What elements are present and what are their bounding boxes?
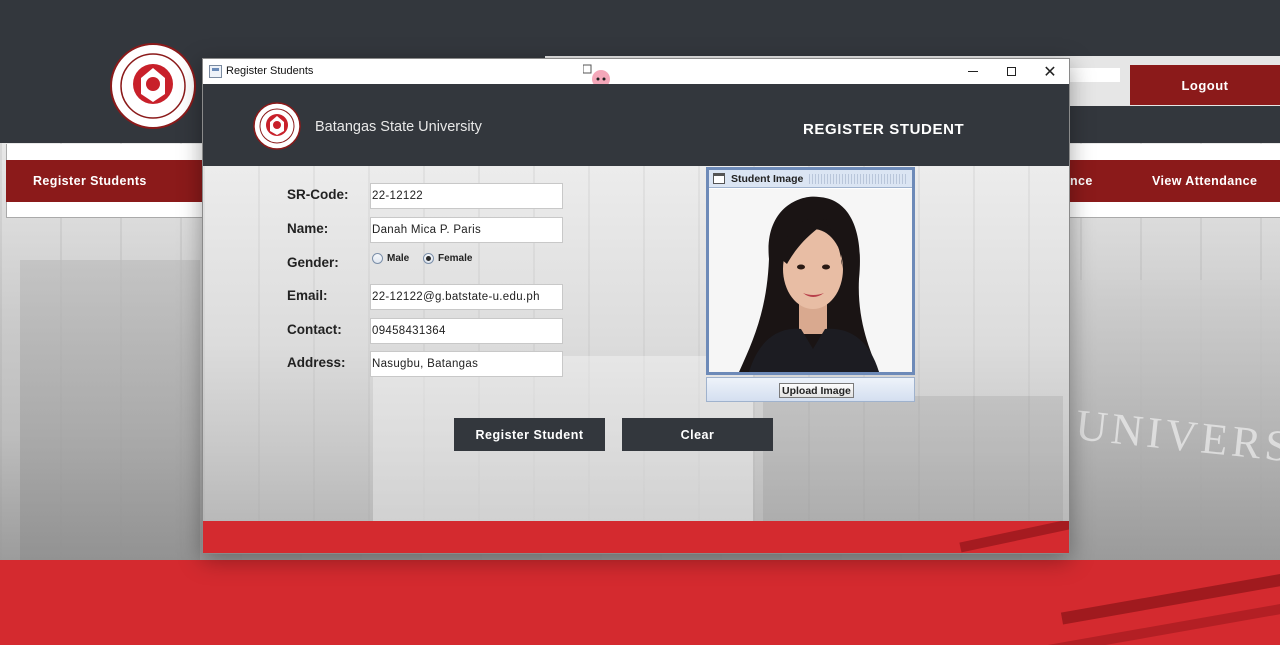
university-seal-icon bbox=[110, 43, 196, 129]
nav-bar-right: nce View Attendance bbox=[1070, 160, 1280, 202]
radio-male-label: Male bbox=[387, 253, 410, 264]
maximize-button[interactable] bbox=[991, 59, 1031, 84]
contact-field[interactable]: 09458431364 bbox=[370, 318, 563, 344]
maximize-icon bbox=[1006, 67, 1016, 76]
sr-code-field[interactable]: 22-12122 bbox=[370, 183, 563, 209]
student-image-title: Student Image bbox=[731, 172, 804, 185]
page-title: REGISTER STUDENT bbox=[803, 121, 965, 138]
gender-radio-female[interactable]: Female bbox=[423, 253, 472, 264]
dialog-header: Batangas State University REGISTER STUDE… bbox=[203, 84, 1069, 166]
window-titlebar[interactable]: Register Students ✕ bbox=[203, 59, 1069, 84]
background-building-left bbox=[20, 260, 200, 560]
clear-button[interactable]: Clear bbox=[622, 418, 773, 451]
student-image-frame: Student Image bbox=[706, 167, 915, 375]
email-field[interactable]: 22-12122@g.batstate-u.edu.ph bbox=[370, 284, 563, 310]
radio-female-button[interactable] bbox=[423, 253, 434, 264]
close-button[interactable]: ✕ bbox=[1030, 59, 1069, 84]
window-title: Register Students bbox=[226, 65, 314, 77]
body-background-trees bbox=[763, 396, 1063, 526]
close-icon: ✕ bbox=[1043, 63, 1057, 81]
email-label: Email: bbox=[287, 288, 328, 303]
titlebar-grip bbox=[809, 173, 908, 184]
nav-view-attendance-button[interactable]: View Attendance bbox=[1152, 174, 1257, 188]
minimize-icon bbox=[968, 71, 978, 72]
upload-bar: Upload Image bbox=[706, 377, 915, 402]
student-image-titlebar: Student Image bbox=[709, 170, 912, 188]
radio-female-label: Female bbox=[438, 253, 473, 264]
logout-button[interactable]: Logout bbox=[1130, 65, 1280, 105]
register-students-window: Register Students ✕ Batangas State Unive… bbox=[202, 58, 1070, 554]
dialog-body bbox=[203, 166, 1069, 526]
sr-code-label: SR-Code: bbox=[287, 187, 349, 202]
main-app-footer bbox=[0, 560, 1280, 645]
address-label: Address: bbox=[287, 355, 346, 370]
register-student-button[interactable]: Register Student bbox=[454, 418, 605, 451]
student-photo bbox=[709, 189, 912, 372]
name-field[interactable]: Danah Mica P. Paris bbox=[370, 217, 563, 243]
student-photo-image bbox=[709, 189, 912, 372]
gender-label: Gender: bbox=[287, 255, 339, 270]
university-name: Batangas State University bbox=[315, 119, 482, 135]
gender-radio-male[interactable]: Male bbox=[372, 253, 409, 264]
contact-label: Contact: bbox=[287, 322, 342, 337]
university-seal-icon bbox=[253, 102, 301, 150]
nav-attendance-button[interactable]: nce bbox=[1070, 174, 1093, 188]
nav-register-students-button[interactable]: Register Students bbox=[6, 160, 202, 202]
upload-image-button[interactable]: Upload Image bbox=[779, 383, 854, 398]
internal-frame-icon bbox=[713, 173, 725, 184]
dialog-footer bbox=[203, 521, 1069, 553]
address-field[interactable]: Nasugbu, Batangas bbox=[370, 351, 563, 377]
radio-male-button[interactable] bbox=[372, 253, 383, 264]
java-app-icon bbox=[209, 65, 222, 78]
minimize-button[interactable] bbox=[953, 59, 993, 84]
name-label: Name: bbox=[287, 221, 329, 236]
